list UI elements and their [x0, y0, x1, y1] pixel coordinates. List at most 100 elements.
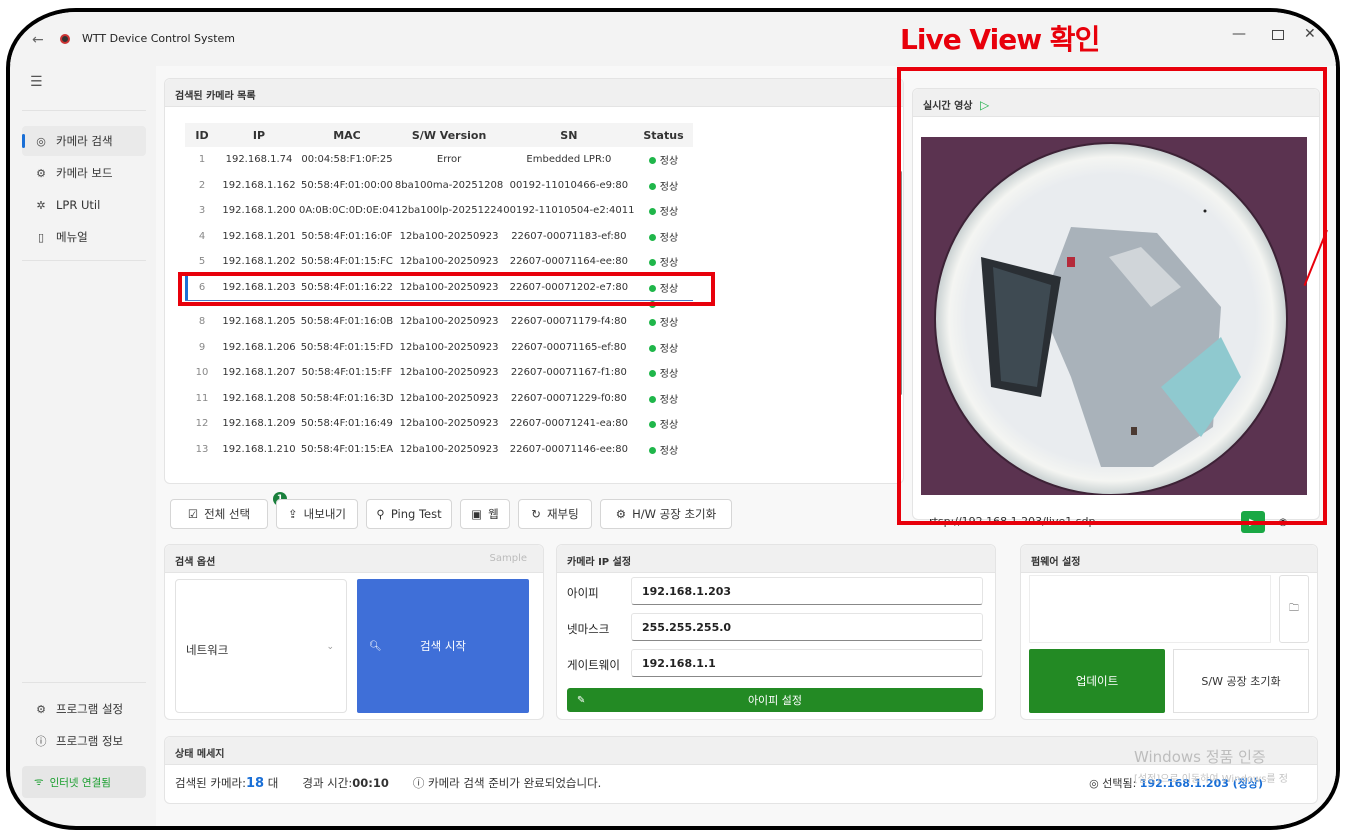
- status-text: 정상: [659, 181, 679, 193]
- firmware-panel: 펌웨어 설정 🗀 업데이트 S/W 공장 초기화: [1020, 544, 1318, 720]
- status-dot-icon: [648, 259, 656, 267]
- cell-ip: 192.168.1.200: [222, 205, 296, 217]
- status-line: 검색된 카메라:18 대 경과 시간:00:10 ⓘ 카메라 검색 준비가 완료…: [175, 775, 601, 791]
- status-text: 정상: [659, 343, 679, 355]
- table-row[interactable]: 11 192.168.1.208 50:58:4F:01:16:3D 12ba100-…: [185, 386, 693, 412]
- status-dot-icon: [648, 344, 656, 352]
- table-header-row: ID IP MAC S/W Version SN Status: [185, 123, 693, 147]
- app-logo-icon: [60, 34, 70, 44]
- search-type-select[interactable]: 네트워크 ⌄: [175, 579, 347, 713]
- sidebar-item-camera-search[interactable]: ◎ 카메라 검색: [22, 126, 146, 156]
- table-row[interactable]: 8 192.168.1.205 50:58:4F:01:16:0B 12ba100-2…: [185, 309, 693, 335]
- cell-sw-version: 12ba100-20250923: [399, 392, 499, 404]
- sidebar-item-program-info[interactable]: ⓘ 프로그램 정보: [22, 726, 146, 756]
- folder-browse-icon[interactable]: 🗀: [1279, 575, 1309, 643]
- cell-status: 정상: [635, 173, 693, 199]
- firmware-file-path[interactable]: [1029, 575, 1271, 643]
- table-row[interactable]: 2 192.168.1.162 50:58:4F:01:00:00 8ba100ma-…: [185, 173, 693, 199]
- column-header-id[interactable]: ID: [185, 123, 219, 147]
- web-icon: ▣: [471, 507, 483, 521]
- ping-test-button[interactable]: ⚲ Ping Test: [366, 499, 452, 529]
- table-row[interactable]: 12 192.168.1.209 50:58:4F:01:16:49 12ba100-…: [185, 411, 693, 437]
- status-dot-icon: [648, 395, 656, 403]
- sidebar: ☰ ◎ 카메라 검색 ⚙ 카메라 보드 ✲ LPR Util ▯ 메뉴얼 ⚙ 프…: [10, 64, 150, 826]
- ip-settings-panel: 카메라 IP 설정 아이피 192.168.1.203 넷마스크 255.255…: [556, 544, 996, 720]
- found-prefix: 검색된 카메라:: [175, 776, 247, 790]
- gateway-field[interactable]: 192.168.1.1: [631, 649, 983, 677]
- firmware-update-button[interactable]: 업데이트: [1029, 649, 1165, 713]
- minimize-button[interactable]: —: [1232, 26, 1246, 42]
- table-row[interactable]: 4 192.168.1.201 50:58:4F:01:16:0F 12ba100-2…: [185, 224, 693, 250]
- sidebar-divider: [22, 260, 146, 261]
- column-header-sn[interactable]: SN: [503, 123, 635, 147]
- export-label: 내보내기: [303, 507, 346, 521]
- cell-sn: 00192-11010466-e9:80: [509, 179, 629, 191]
- back-arrow-icon[interactable]: ←: [32, 32, 44, 48]
- select-all-button[interactable]: ☑ 전체 선택 1: [170, 492, 287, 529]
- status-message-text: ⓘ 카메라 검색 준비가 완료되었습니다.: [413, 775, 601, 791]
- reboot-button[interactable]: ↻ 재부팅: [518, 499, 592, 529]
- cell-mac: 50:58:4F:01:15:EA: [300, 443, 394, 455]
- cell-sn: 22607-00071229-f0:80: [510, 392, 627, 404]
- sample-label: Sample: [489, 553, 528, 564]
- table-row[interactable]: 13 192.168.1.210 50:58:4F:01:15:EA 12ba100-…: [185, 437, 693, 463]
- lpr-icon: ✲: [36, 198, 46, 212]
- selected-prefix: 선택됨:: [1102, 777, 1137, 790]
- close-button[interactable]: ✕: [1304, 26, 1316, 42]
- sidebar-item-program-settings[interactable]: ⚙ 프로그램 설정: [22, 694, 146, 724]
- cell-ip: 192.168.1.202: [222, 256, 296, 268]
- cell-status: 정상: [635, 437, 693, 463]
- maximize-button[interactable]: [1272, 30, 1284, 40]
- apply-ip-button[interactable]: ✎ 아이피 설정: [567, 688, 983, 712]
- elapsed-time-text: 경과 시간:00:10: [302, 775, 388, 791]
- sidebar-item-label: 카메라 보드: [56, 166, 113, 180]
- apply-ip-label: 아이피 설정: [747, 694, 803, 707]
- found-suffix: 대: [267, 776, 279, 790]
- cell-status: 정상: [635, 224, 693, 250]
- cell-sw-version: 12ba100-20250923: [399, 367, 499, 379]
- cell-sw-version: 12ba100-20250923: [399, 341, 499, 353]
- sidebar-divider: [22, 682, 146, 683]
- column-header-sw-version[interactable]: S/W Version: [394, 123, 504, 147]
- sw-factory-reset-button[interactable]: S/W 공장 초기화: [1173, 649, 1309, 713]
- sidebar-item-lpr-util[interactable]: ✲ LPR Util: [22, 190, 146, 220]
- web-button[interactable]: ▣ 웹: [460, 499, 510, 529]
- sidebar-item-manual[interactable]: ▯ 메뉴얼: [22, 222, 146, 252]
- export-button[interactable]: ⇪ 내보내기: [276, 499, 358, 529]
- search-icon: 🔍︎: [369, 640, 382, 652]
- cell-mac: 50:58:4F:01:15:FD: [300, 341, 394, 353]
- status-dot-icon: [648, 233, 656, 241]
- table-row[interactable]: 9 192.168.1.206 50:58:4F:01:15:FD 12ba100-2…: [185, 335, 693, 361]
- cell-mac: 50:58:4F:01:15:FF: [301, 367, 393, 379]
- table-row[interactable]: 10 192.168.1.207 50:58:4F:01:15:FF 12ba100-…: [185, 360, 693, 386]
- start-search-button[interactable]: 🔍︎ 검색 시작: [357, 579, 529, 713]
- web-label: 웹: [488, 507, 499, 521]
- table-row[interactable]: 3 192.168.1.200 0A:0B:0C:0D:0E:04 12ba100lp…: [185, 198, 693, 224]
- hw-factory-reset-button[interactable]: ⚙ H/W 공장 초기화: [600, 499, 732, 529]
- cell-sw-version: 12ba100-20250923: [399, 230, 499, 242]
- windows-activation-subtext: [설정]으로 이동하여 Windows를 정: [1134, 774, 1288, 785]
- cell-mac: 50:58:4F:01:16:0F: [301, 230, 393, 242]
- info-icon: ⓘ: [412, 776, 425, 790]
- column-header-mac[interactable]: MAC: [299, 123, 395, 147]
- table-row[interactable]: 5 192.168.1.202 50:58:4F:01:15:FC 12ba100-2…: [185, 249, 693, 275]
- hamburger-menu-icon[interactable]: ☰: [30, 74, 43, 90]
- start-search-label: 검색 시작: [420, 639, 466, 653]
- ip-label: 아이피: [567, 586, 599, 600]
- live-view-annotation-box: [897, 67, 1327, 525]
- cell-sw-version: 12ba100-20250923: [399, 443, 499, 455]
- title-bar: ← WTT Device Control System — ✕: [10, 12, 1336, 64]
- ping-test-label: Ping Test: [390, 507, 442, 521]
- cell-status: 정상: [635, 386, 693, 412]
- ip-address-field[interactable]: 192.168.1.203: [631, 577, 983, 605]
- cell-mac: 00:04:58:F1:0F:25: [301, 154, 393, 166]
- hw-factory-reset-label: H/W 공장 초기화: [632, 507, 717, 521]
- netmask-field[interactable]: 255.255.255.0: [631, 613, 983, 641]
- column-header-ip[interactable]: IP: [219, 123, 299, 147]
- sidebar-item-camera-board[interactable]: ⚙ 카메라 보드: [22, 158, 146, 188]
- column-header-status[interactable]: Status: [634, 123, 693, 147]
- cell-id: 11: [195, 392, 209, 404]
- cell-id: 3: [198, 205, 206, 217]
- camera-icon: ◎: [36, 134, 46, 148]
- table-row[interactable]: 1 192.168.1.74 00:04:58:F1:0F:25 Error Embed…: [185, 147, 693, 173]
